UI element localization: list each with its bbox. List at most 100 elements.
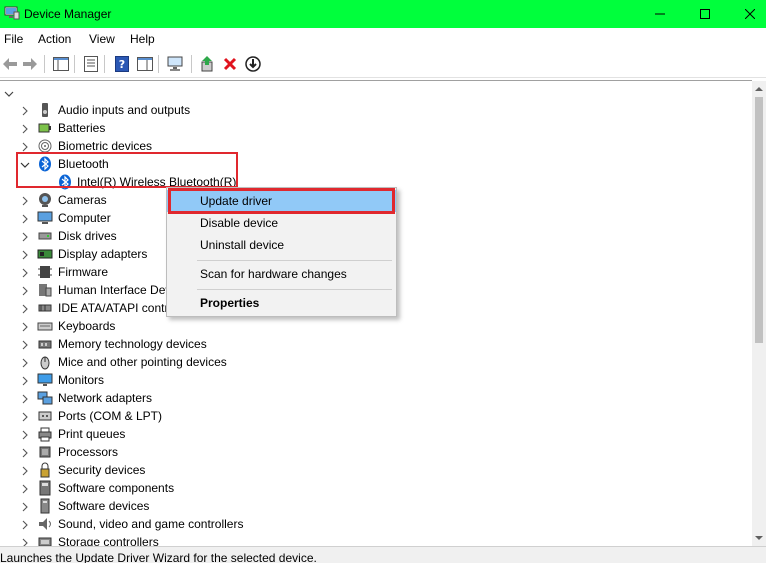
chevron-right-icon[interactable]	[20, 501, 30, 512]
chevron-right-icon[interactable]	[20, 393, 30, 404]
chevron-right-icon[interactable]	[20, 339, 30, 350]
chevron-right-icon[interactable]	[20, 447, 30, 458]
tree-item-security-devices[interactable]: Security devices	[0, 461, 740, 479]
tree-item-label: IDE ATA/ATAPI contr	[58, 301, 169, 315]
chevron-right-icon[interactable]	[20, 141, 30, 152]
title-bar[interactable]: Device Manager	[0, 0, 766, 28]
forward-button[interactable]	[20, 54, 40, 74]
help-button[interactable]: ?	[112, 54, 132, 74]
tree-item-label: Sound, video and game controllers	[58, 517, 244, 531]
chevron-right-icon[interactable]	[20, 321, 30, 332]
tree-item-software-components[interactable]: Software components	[0, 479, 740, 497]
tree-item-monitors[interactable]: Monitors	[0, 371, 740, 389]
show-hide-console-tree-icon	[53, 57, 69, 71]
chevron-right-icon[interactable]	[20, 357, 30, 368]
toolbar-separator	[191, 55, 192, 73]
context-menu-uninstall-device[interactable]: Uninstall device	[167, 234, 396, 256]
chevron-right-icon[interactable]	[20, 375, 30, 386]
tree-item-label: Audio inputs and outputs	[58, 103, 191, 117]
context-menu-properties[interactable]: Properties	[167, 292, 396, 314]
chevron-right-icon[interactable]	[20, 465, 30, 476]
tree-item-network-adapters[interactable]: Network adapters	[0, 389, 740, 407]
console-pane-icon	[137, 57, 153, 71]
chevron-right-icon[interactable]	[20, 123, 30, 134]
monitor-icon	[37, 372, 53, 388]
chevron-right-icon[interactable]	[20, 537, 30, 546]
tree-item-ports-com-lpt[interactable]: Ports (COM & LPT)	[0, 407, 740, 425]
chevron-right-icon[interactable]	[20, 195, 30, 206]
tree-item-batteries[interactable]: Batteries	[0, 119, 740, 137]
tree-item-label: Software devices	[58, 499, 150, 513]
scrollbar-thumb[interactable]	[755, 97, 763, 343]
menu-action[interactable]: Action	[38, 32, 71, 46]
chevron-right-icon[interactable]	[20, 105, 30, 116]
chevron-right-icon[interactable]	[20, 483, 30, 494]
svg-text:?: ?	[119, 58, 125, 71]
tree-item-storage-controllers[interactable]: Storage controllers	[0, 533, 740, 546]
disable-device-icon	[245, 56, 261, 72]
tree-item-label: Batteries	[58, 121, 106, 135]
speaker-icon	[37, 102, 53, 118]
properties-button[interactable]	[81, 54, 101, 74]
tree-item-label: Biometric devices	[58, 139, 153, 153]
tree-item-print-queues[interactable]: Print queues	[0, 425, 740, 443]
show-hide-console-tree-button[interactable]	[51, 54, 71, 74]
vertical-scrollbar[interactable]	[752, 81, 766, 546]
chevron-right-icon[interactable]	[20, 231, 30, 242]
menu-bar: File Action View Help	[0, 28, 766, 50]
hid-icon	[37, 282, 53, 298]
menu-view[interactable]: View	[89, 32, 115, 46]
scroll-down-icon[interactable]	[755, 534, 763, 542]
port-icon	[37, 408, 53, 424]
scroll-up-icon[interactable]	[755, 85, 763, 93]
console-pane-button[interactable]	[135, 54, 155, 74]
chevron-right-icon[interactable]	[20, 267, 30, 278]
tree-item-label: Disk drives	[58, 229, 117, 243]
tree-item-memory-technology-devices[interactable]: Memory technology devices	[0, 335, 740, 353]
menu-help[interactable]: Help	[130, 32, 155, 46]
uninstall-device-button[interactable]	[220, 54, 240, 74]
minimize-button[interactable]	[637, 0, 683, 28]
menu-file[interactable]: File	[4, 32, 23, 46]
tree-item-mice-and-other-pointing-devices[interactable]: Mice and other pointing devices	[0, 353, 740, 371]
chevron-right-icon[interactable]	[20, 303, 30, 314]
tree-item-label: Software components	[58, 481, 175, 495]
tree-item-label: Ports (COM & LPT)	[58, 409, 163, 423]
chevron-right-icon[interactable]	[20, 249, 30, 260]
printer-icon	[37, 426, 53, 442]
chevron-right-icon[interactable]	[20, 213, 30, 224]
status-bar: Launches the Update Driver Wizard for th…	[0, 546, 766, 563]
toolbar-separator	[74, 55, 75, 73]
maximize-button[interactable]	[682, 0, 728, 28]
chevron-right-icon[interactable]	[20, 411, 30, 422]
keyboard-icon	[37, 318, 53, 334]
context-menu-disable-device[interactable]: Disable device	[167, 212, 396, 234]
close-button[interactable]	[727, 0, 766, 28]
back-button[interactable]	[0, 54, 20, 74]
tree-item-label: Computer	[58, 211, 111, 225]
network-adapter-icon	[37, 390, 53, 406]
tree-item-audio-inputs-and-outputs[interactable]: Audio inputs and outputs	[0, 101, 740, 119]
disk-drive-icon	[37, 228, 53, 244]
context-menu-scan-hardware[interactable]: Scan for hardware changes	[167, 263, 396, 285]
tree-item-label: Memory technology devices	[58, 337, 207, 351]
update-driver-button[interactable]	[198, 54, 218, 74]
chevron-right-icon[interactable]	[20, 519, 30, 530]
computer-icon	[37, 210, 53, 226]
tree-item-keyboards[interactable]: Keyboards	[0, 317, 740, 335]
tree-item-label: Keyboards	[58, 319, 116, 333]
software-component-icon	[37, 480, 53, 496]
context-menu-label: Properties	[200, 296, 260, 310]
tree-item-software-devices[interactable]: Software devices	[0, 497, 740, 515]
disable-device-button[interactable]	[243, 54, 263, 74]
tree-item-processors[interactable]: Processors	[0, 443, 740, 461]
tree-item-label: Storage controllers	[58, 535, 159, 546]
chevron-right-icon[interactable]	[20, 285, 30, 296]
scan-hardware-button[interactable]	[166, 54, 186, 74]
chevron-down-icon[interactable]	[4, 90, 14, 98]
display-adapter-icon	[37, 246, 53, 262]
tree-item-label: Processors	[58, 445, 119, 459]
tree-item-label: Print queues	[58, 427, 126, 441]
tree-item-sound-video-and-game-controllers[interactable]: Sound, video and game controllers	[0, 515, 740, 533]
chevron-right-icon[interactable]	[20, 429, 30, 440]
